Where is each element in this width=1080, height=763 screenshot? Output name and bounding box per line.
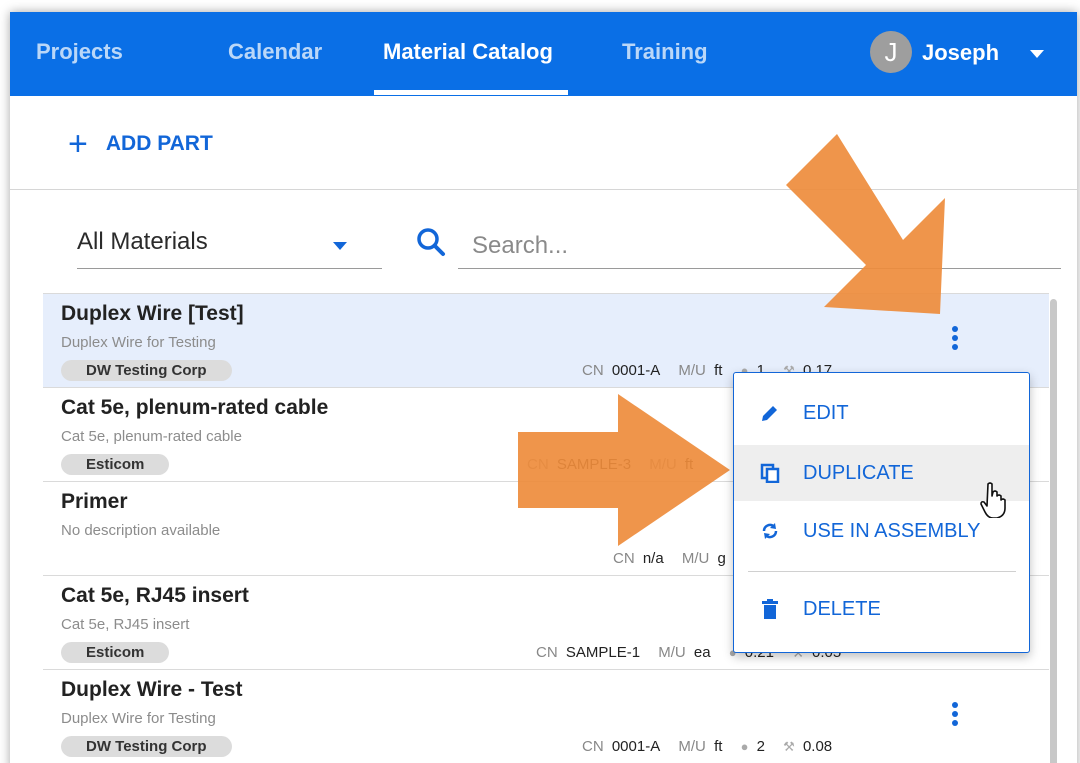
mu-value: ft xyxy=(714,738,723,755)
pencil-icon xyxy=(759,402,781,424)
cn-value: SAMPLE-1 xyxy=(565,644,641,661)
menu-item-label: DELETE xyxy=(803,597,881,620)
trash-icon xyxy=(759,598,781,620)
cn-label: CN xyxy=(527,456,549,473)
vendor-badge: DW Testing Corp xyxy=(61,736,232,757)
cn-label: CN xyxy=(613,550,635,567)
mu-value: ft xyxy=(714,362,723,379)
mu-label: M/U xyxy=(681,550,710,567)
item-title: Duplex Wire [Test] xyxy=(61,302,244,325)
dropdown-caret-icon xyxy=(333,242,347,250)
avatar[interactable]: J xyxy=(870,31,912,73)
cn-value: SAMPLE-3 xyxy=(556,456,632,473)
toolbar-divider xyxy=(10,189,1077,190)
hand-cursor-icon xyxy=(980,482,1006,518)
menu-item-label: USE IN ASSEMBLY xyxy=(803,519,981,542)
cn-label: CN xyxy=(536,644,558,661)
nav-calendar[interactable]: Calendar xyxy=(228,12,322,96)
material-filter-select[interactable]: All Materials xyxy=(77,224,382,269)
mu-value: ft xyxy=(684,456,694,473)
more-options-icon[interactable] xyxy=(945,702,965,730)
menu-item-delete[interactable]: DELETE xyxy=(734,581,1029,637)
item-title: Primer xyxy=(61,490,128,513)
list-scrollbar[interactable] xyxy=(1050,299,1057,763)
cn-value: n/a xyxy=(642,550,664,567)
item-description: Cat 5e, RJ45 insert xyxy=(61,616,190,633)
cn-label: CN xyxy=(582,362,604,379)
nav-training[interactable]: Training xyxy=(622,12,708,96)
mu-value: g xyxy=(717,550,726,567)
sync-icon xyxy=(759,520,781,542)
wrench-icon: ⚒ xyxy=(783,739,795,754)
top-nav: Projects Calendar Material Catalog Train… xyxy=(10,12,1077,96)
mu-value: ea xyxy=(693,644,711,661)
list-item[interactable]: Duplex Wire - Test Duplex Wire for Testi… xyxy=(43,670,1049,763)
mu-label: M/U xyxy=(678,362,706,379)
item-meta: CN n/a M/U g xyxy=(613,548,740,570)
item-meta: CN 0001-A M/U ft ● 2 ⚒ 0.08 xyxy=(582,736,846,758)
user-menu-caret-icon[interactable] xyxy=(1030,50,1044,58)
tag-count: 2 xyxy=(756,738,765,755)
search-input[interactable] xyxy=(458,224,1061,269)
tag-icon: ● xyxy=(740,739,749,754)
copy-icon xyxy=(759,462,781,484)
vendor-badge: Esticom xyxy=(61,454,170,475)
mu-label: M/U xyxy=(658,644,686,661)
menu-item-label: DUPLICATE xyxy=(803,461,914,484)
filter-selected-value: All Materials xyxy=(77,228,208,255)
active-tab-indicator xyxy=(374,90,568,95)
add-part-button[interactable]: + ADD PART xyxy=(68,124,213,164)
user-name[interactable]: Joseph xyxy=(922,12,999,96)
item-description: Cat 5e, plenum-rated cable xyxy=(61,428,242,445)
plus-icon: + xyxy=(68,125,88,163)
labor-value: 0.08 xyxy=(802,738,833,755)
item-title: Cat 5e, RJ45 insert xyxy=(61,584,249,607)
item-description: No description available xyxy=(61,522,221,539)
more-options-icon[interactable] xyxy=(945,326,965,354)
menu-item-edit[interactable]: EDIT xyxy=(734,385,1029,441)
item-title: Duplex Wire - Test xyxy=(61,678,243,701)
item-meta: CN SAMPLE-3 M/U ft xyxy=(527,454,707,476)
search-icon xyxy=(417,228,445,256)
cn-label: CN xyxy=(582,738,604,755)
item-title: Cat 5e, plenum-rated cable xyxy=(61,396,329,419)
menu-divider xyxy=(748,571,1016,572)
mu-label: M/U xyxy=(649,456,677,473)
menu-item-label: EDIT xyxy=(803,401,849,424)
nav-material-catalog[interactable]: Material Catalog xyxy=(383,12,553,96)
cn-value: 0001-A xyxy=(611,362,661,379)
item-description: Duplex Wire for Testing xyxy=(61,334,216,351)
vendor-badge: Esticom xyxy=(61,642,170,663)
item-description: Duplex Wire for Testing xyxy=(61,710,216,727)
nav-projects[interactable]: Projects xyxy=(36,12,123,96)
app-window: Projects Calendar Material Catalog Train… xyxy=(10,12,1077,763)
mu-label: M/U xyxy=(678,738,706,755)
add-part-label: ADD PART xyxy=(105,132,213,155)
cn-value: 0001-A xyxy=(611,738,661,755)
vendor-badge: DW Testing Corp xyxy=(61,360,232,381)
